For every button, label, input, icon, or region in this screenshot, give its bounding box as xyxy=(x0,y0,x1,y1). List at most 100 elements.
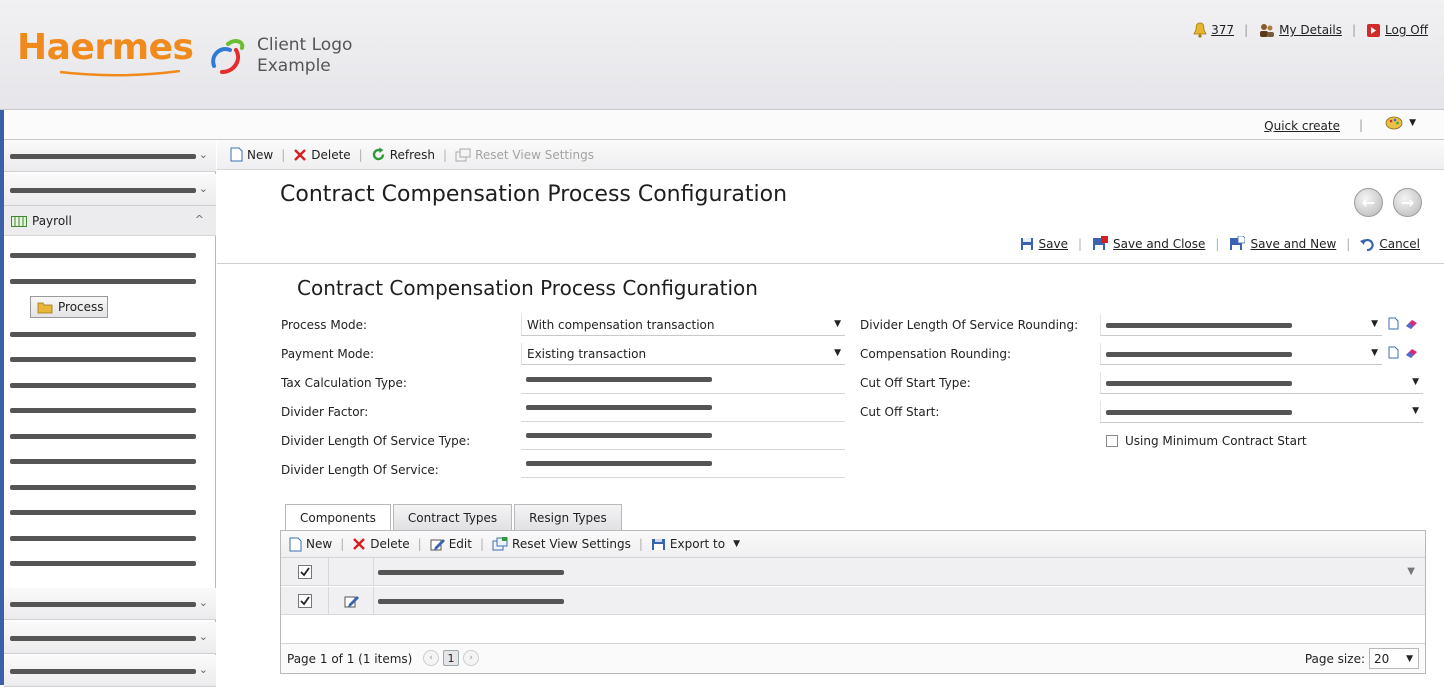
sidebar-item[interactable] xyxy=(10,510,196,515)
grid-new-button[interactable]: New xyxy=(289,537,332,552)
previous-record-button[interactable]: ← xyxy=(1354,188,1383,217)
reset-view-settings-label: Reset View Settings xyxy=(475,147,594,162)
logo-swoosh xyxy=(60,70,180,77)
checkbox-box[interactable] xyxy=(1106,435,1118,447)
form-action-bar: Save | Save and Close | Save and New | C… xyxy=(1020,236,1420,251)
cutoff-start-select[interactable]: ▼ xyxy=(1100,401,1423,423)
sidebar-group[interactable]: ⌄ xyxy=(4,655,216,687)
chevron-down-icon: ⌄ xyxy=(198,596,208,609)
arrow-right-icon: → xyxy=(1400,193,1415,212)
log-off-label: Log Off xyxy=(1385,23,1428,37)
sidebar-group-payroll[interactable]: Payroll ^ xyxy=(4,206,216,236)
save-button[interactable]: Save xyxy=(1020,237,1068,251)
cutoff-start-type-select[interactable]: ▼ xyxy=(1100,372,1423,394)
chevron-down-icon: ▼ xyxy=(1409,118,1416,128)
sidebar-group[interactable]: ⌄ xyxy=(4,140,216,172)
payment-mode-label: Payment Mode: xyxy=(281,347,375,361)
tab-contract-types[interactable]: Contract Types xyxy=(392,504,513,530)
save-and-new-button[interactable]: Save and New xyxy=(1229,236,1336,251)
grid-pager: Page 1 of 1 (1 items) ‹ 1 › Page size: 2… xyxy=(281,643,1425,673)
pager-prev-button[interactable]: ‹ xyxy=(423,650,439,666)
grid-edit-button[interactable]: Edit xyxy=(430,537,472,551)
row-edit-button[interactable] xyxy=(329,587,374,615)
tab-resign-types[interactable]: Resign Types xyxy=(514,504,622,530)
grid-delete-button[interactable]: Delete xyxy=(352,537,410,551)
save-and-close-icon xyxy=(1093,236,1109,250)
save-and-close-button[interactable]: Save and Close xyxy=(1092,236,1205,251)
export-icon xyxy=(651,539,665,550)
grid-column-header[interactable] xyxy=(378,570,564,575)
sidebar-item[interactable] xyxy=(10,561,196,566)
notifications-link[interactable]: 377 xyxy=(1193,22,1234,38)
divider-factor-field[interactable] xyxy=(521,396,845,422)
new-button[interactable]: New xyxy=(230,147,273,162)
sidebar-item[interactable] xyxy=(10,459,196,464)
form-title: Contract Compensation Process Configurat… xyxy=(297,276,758,300)
sidebar-group[interactable]: ⌄ xyxy=(4,588,216,620)
filter-icon[interactable]: ▼ xyxy=(1407,566,1415,577)
divider-los-type-field[interactable] xyxy=(521,424,845,450)
grid-reset-view-settings-button[interactable]: Reset View Settings xyxy=(492,537,631,551)
components-grid: New | Delete | Edit | Reset View Setting… xyxy=(280,530,1426,674)
page-size-label: Page size: xyxy=(1304,652,1365,666)
sidebar-item[interactable] xyxy=(10,357,196,362)
next-record-button[interactable]: → xyxy=(1393,188,1422,217)
chevron-down-icon: ▼ xyxy=(733,539,740,549)
divider-los-rounding-select[interactable]: ▼ xyxy=(1100,314,1382,336)
quick-create-link[interactable]: Quick create xyxy=(1264,119,1340,133)
grid-export-button[interactable]: Export to ▼ xyxy=(651,537,740,551)
using-minimum-contract-start-checkbox[interactable]: Using Minimum Contract Start xyxy=(1106,434,1307,448)
payroll-icon xyxy=(11,216,27,227)
eraser-icon[interactable] xyxy=(1404,347,1418,359)
sidebar-item-process[interactable]: Process xyxy=(30,296,108,318)
sidebar-item[interactable] xyxy=(10,434,196,439)
theme-menu[interactable]: ▼ xyxy=(1385,116,1416,130)
payment-mode-select[interactable]: Existing transaction ▼ xyxy=(521,343,845,365)
main-content: New | Delete | Refresh | Reset View Sett… xyxy=(217,140,1444,685)
compensation-rounding-select[interactable]: ▼ xyxy=(1100,343,1382,365)
save-disk-icon xyxy=(1020,237,1033,250)
my-details-link[interactable]: My Details xyxy=(1258,22,1342,38)
delete-label: Delete xyxy=(311,147,351,162)
divider-los-field[interactable] xyxy=(521,452,845,478)
sidebar-item[interactable] xyxy=(10,408,196,413)
sidebar-item[interactable] xyxy=(10,485,196,490)
undo-icon xyxy=(1360,238,1374,251)
sidebar-item[interactable] xyxy=(10,279,196,284)
grid-export-label: Export to xyxy=(669,537,726,551)
my-details-label: My Details xyxy=(1279,23,1342,37)
tax-calculation-type-label: Tax Calculation Type: xyxy=(281,376,407,390)
refresh-button[interactable]: Refresh xyxy=(371,147,435,162)
cancel-button[interactable]: Cancel xyxy=(1360,237,1420,251)
reset-view-settings-button[interactable]: Reset View Settings xyxy=(455,148,594,162)
new-document-icon[interactable] xyxy=(1388,346,1399,359)
new-document-icon[interactable] xyxy=(1388,317,1399,330)
grid-toolbar: New | Delete | Edit | Reset View Setting… xyxy=(281,531,1425,558)
delete-button[interactable]: Delete xyxy=(293,147,351,162)
record-toolbar: New | Delete | Refresh | Reset View Sett… xyxy=(217,140,1444,170)
process-mode-select[interactable]: With compensation transaction ▼ xyxy=(521,314,845,336)
sidebar-item[interactable] xyxy=(10,332,196,337)
eraser-icon[interactable] xyxy=(1404,318,1418,330)
palette-icon xyxy=(1385,116,1403,130)
sidebar-item[interactable] xyxy=(10,383,196,388)
row-checkbox[interactable] xyxy=(281,587,329,615)
sidebar-group[interactable]: ⌄ xyxy=(4,174,216,206)
pager-page-button[interactable]: 1 xyxy=(443,650,459,666)
page-size-select[interactable]: 20 ▼ xyxy=(1369,648,1419,669)
table-row[interactable] xyxy=(281,587,1425,615)
tax-calculation-type-field[interactable] xyxy=(521,368,845,394)
using-minimum-contract-start-label: Using Minimum Contract Start xyxy=(1125,434,1307,448)
sidebar-item[interactable] xyxy=(10,253,196,258)
select-all-checkbox[interactable] xyxy=(281,558,329,586)
log-off-link[interactable]: Log Off xyxy=(1366,23,1428,38)
tab-components[interactable]: Components xyxy=(285,504,391,531)
cutoff-start-label: Cut Off Start: xyxy=(860,405,940,419)
divider-factor-label: Divider Factor: xyxy=(281,405,369,419)
divider-los-rounding-label: Divider Length Of Service Rounding: xyxy=(860,318,1079,332)
sidebar-group[interactable]: ⌄ xyxy=(4,622,216,654)
chevron-down-icon: ⌄ xyxy=(198,182,208,195)
pager-next-button[interactable]: › xyxy=(463,650,479,666)
sidebar-item[interactable] xyxy=(10,536,196,541)
process-mode-label: Process Mode: xyxy=(281,318,368,332)
